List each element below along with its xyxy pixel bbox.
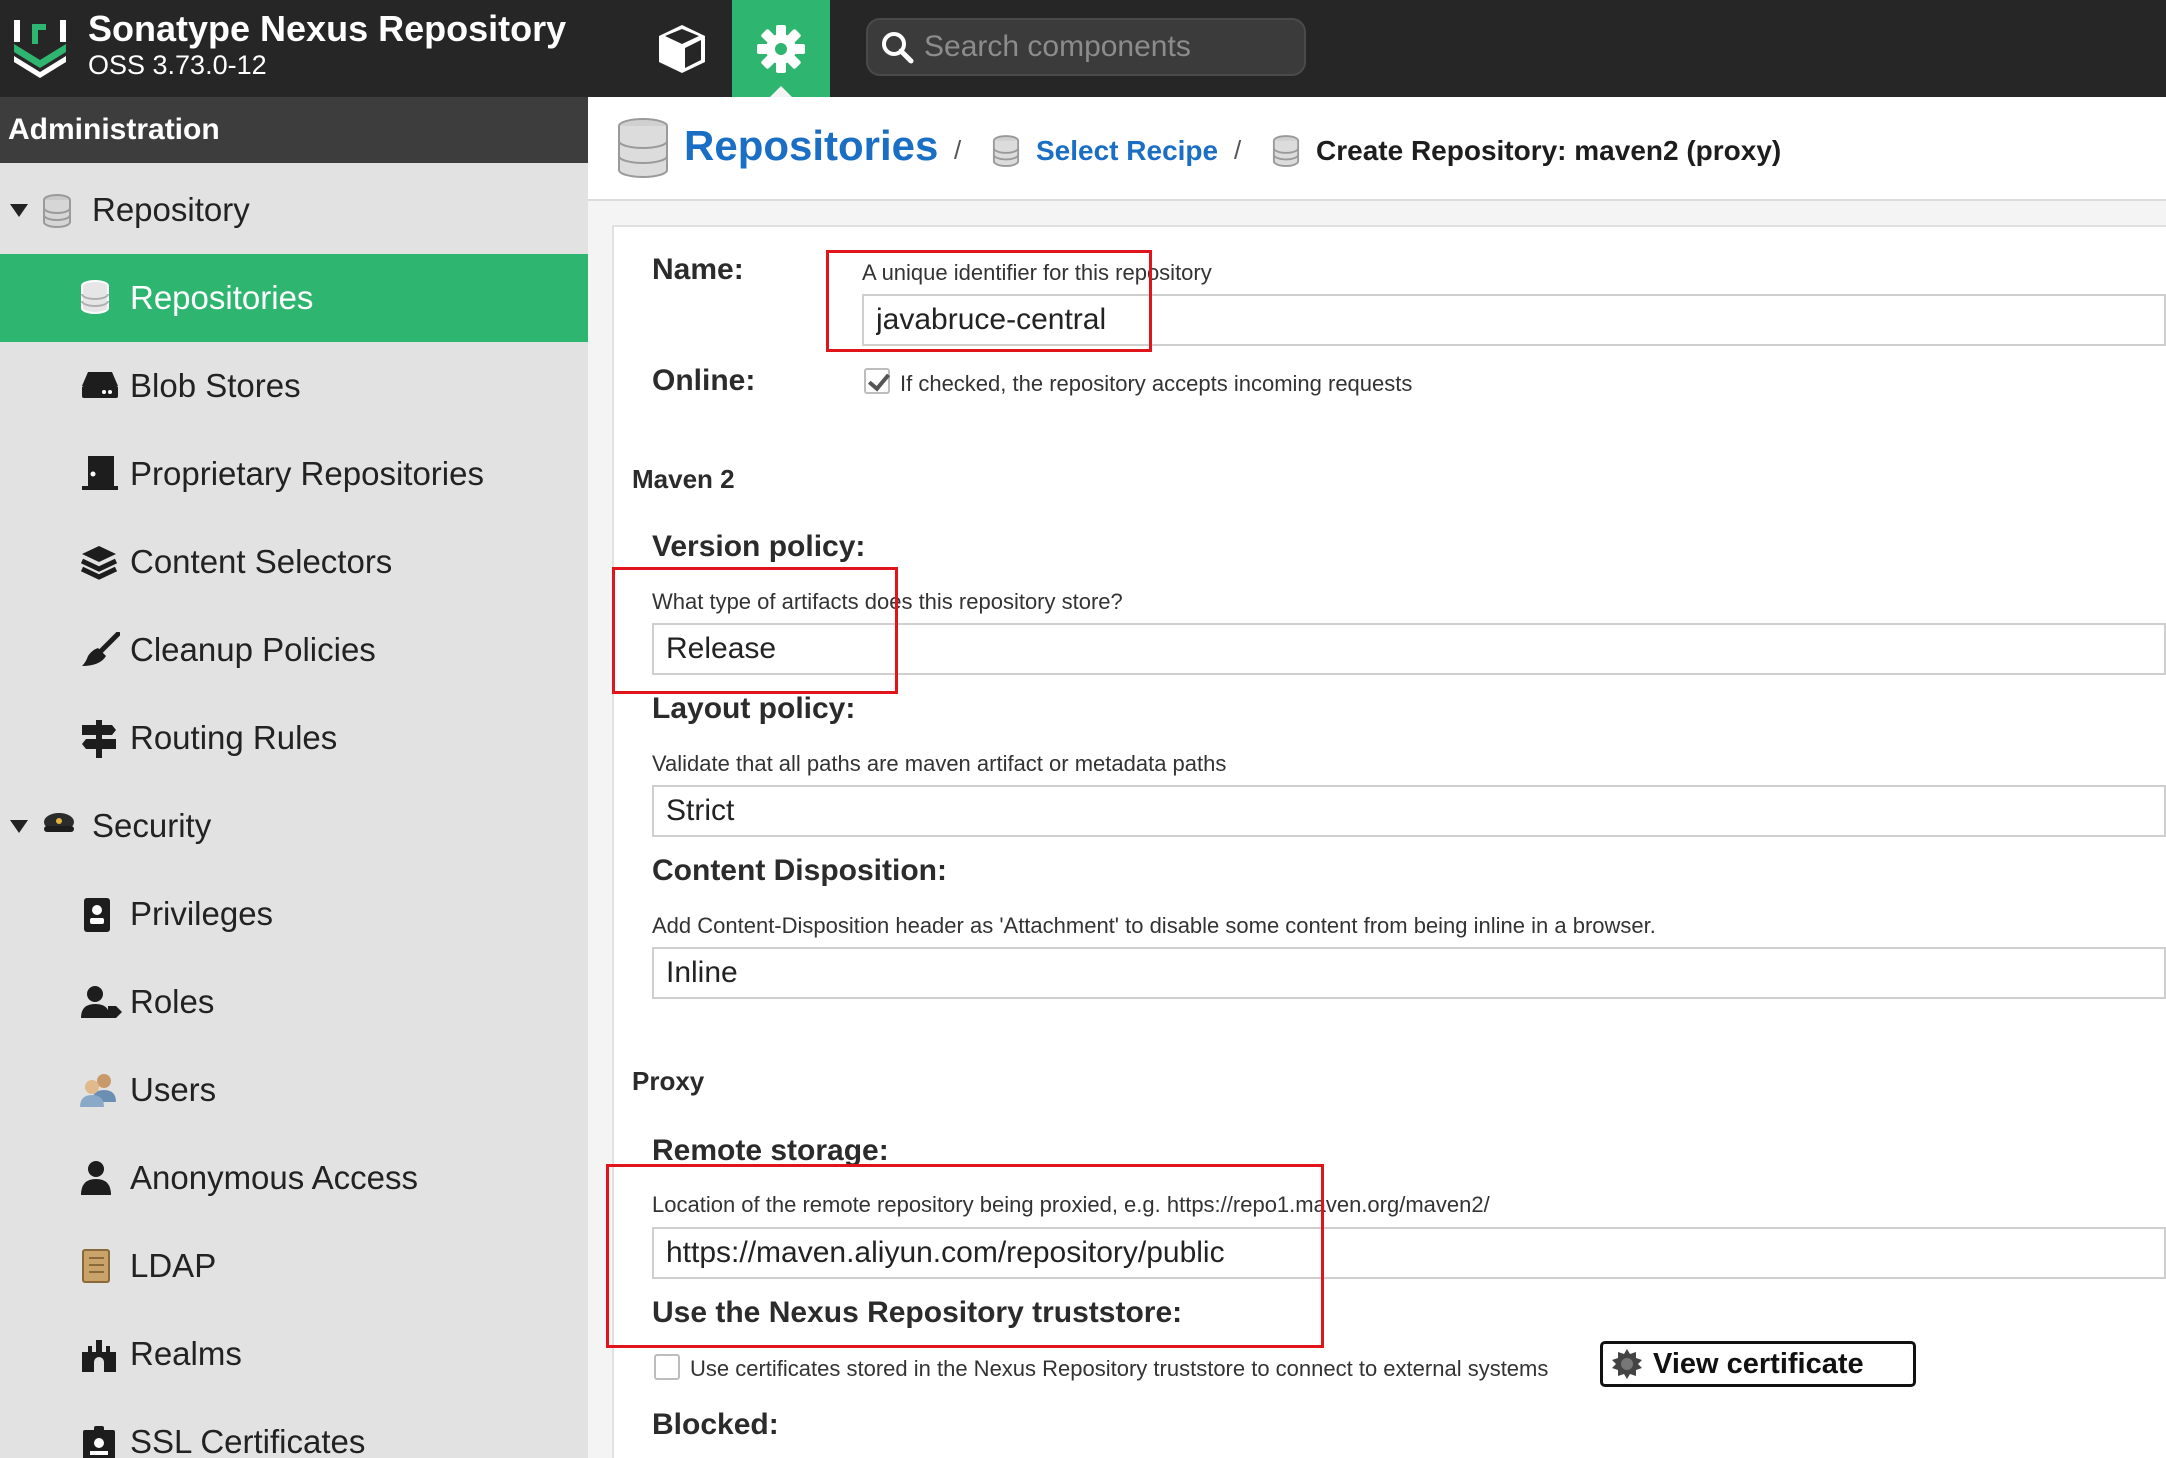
sidebar-item-cleanup-policies[interactable]: Cleanup Policies [0, 606, 588, 694]
sidebar-item-label: Blob Stores [130, 367, 301, 404]
search-box[interactable] [866, 18, 1306, 76]
sidebar-item-users[interactable]: Users [0, 1046, 588, 1134]
truststore-hint: Use certificates stored in the Nexus Rep… [690, 1356, 1549, 1381]
sidebar: Administration Repository Repositories B… [0, 97, 588, 1458]
police-cap-icon [44, 813, 74, 832]
app-title: Sonatype Nexus Repository [88, 8, 567, 49]
layout-policy-label: Layout policy: [652, 692, 856, 725]
nexus-logo-icon [14, 20, 66, 78]
sidebar-item-label: Routing Rules [130, 719, 338, 756]
sidebar-item-ssl-certificates[interactable]: SSL Certificates [0, 1398, 588, 1458]
breadcrumb: Repositories / Select Recipe / Create Re… [588, 97, 2166, 201]
sidebar-item-label: Content Selectors [130, 543, 393, 580]
sidebar-group-repository[interactable]: Repository [0, 166, 588, 254]
breadcrumb-repositories-link[interactable]: Repositories [684, 122, 938, 170]
user-tag-icon [81, 986, 122, 1018]
breadcrumb-select-recipe-link[interactable]: Select Recipe [1036, 135, 1218, 167]
certificate-icon [83, 1426, 115, 1458]
sidebar-item-label: Repositories [130, 279, 314, 316]
database-icon [43, 194, 71, 228]
proxy-section-title: Proxy [632, 1066, 705, 1096]
database-icon [618, 118, 668, 178]
sidebar-item-label: Cleanup Policies [130, 631, 376, 668]
blocked-label: Blocked: [652, 1408, 779, 1441]
online-checkbox[interactable] [864, 368, 890, 394]
administration-button[interactable] [732, 0, 830, 97]
sidebar-item-content-selectors[interactable]: Content Selectors [0, 518, 588, 606]
top-bar: Sonatype Nexus Repository OSS 3.73.0-12 [0, 0, 2166, 97]
sidebar-item-anonymous-access[interactable]: Anonymous Access [0, 1134, 588, 1222]
sidebar-item-routing-rules[interactable]: Routing Rules [0, 694, 588, 782]
sidebar-item-label: Realms [130, 1335, 242, 1372]
sidebar-item-label: Security [92, 807, 212, 844]
remote-storage-input[interactable] [652, 1227, 2166, 1279]
user-icon [81, 1161, 111, 1195]
layers-icon [80, 546, 118, 580]
remote-storage-label: Remote storage: [652, 1134, 889, 1167]
gear-icon [757, 24, 805, 73]
version-policy-label: Version policy: [652, 530, 866, 563]
remote-storage-hint: Location of the remote repository being … [652, 1192, 1490, 1217]
sidebar-section-title: Administration [0, 97, 588, 163]
database-icon [992, 135, 1020, 167]
address-book-icon [82, 1249, 110, 1283]
truststore-label: Use the Nexus Repository truststore: [652, 1296, 1183, 1329]
search-icon [882, 32, 914, 64]
users-icon [80, 1074, 116, 1107]
broom-icon [82, 632, 120, 666]
name-input[interactable] [862, 294, 2166, 346]
certificate-seal-icon [1612, 1349, 1642, 1379]
sidebar-item-proprietary-repositories[interactable]: Proprietary Repositories [0, 430, 588, 518]
hard-drive-icon [82, 372, 118, 398]
sidebar-group-security[interactable]: Security [0, 782, 588, 870]
layout-policy-hint: Validate that all paths are maven artifa… [652, 751, 1227, 776]
id-badge-icon [84, 898, 110, 932]
cube-icon [659, 24, 705, 73]
sidebar-item-label: SSL Certificates [130, 1423, 366, 1458]
name-label: Name: [652, 253, 744, 286]
sidebar-item-label: Anonymous Access [130, 1159, 418, 1196]
view-certificate-button[interactable]: View certificate [1600, 1341, 1916, 1387]
sidebar-item-label: Repository [92, 191, 250, 228]
breadcrumb-separator: / [954, 135, 962, 165]
app-version: OSS 3.73.0-12 [88, 50, 267, 80]
version-policy-hint: What type of artifacts does this reposit… [652, 589, 1123, 614]
content-disposition-label: Content Disposition: [652, 854, 947, 887]
maven-section-title: Maven 2 [632, 464, 735, 494]
expand-triangle-icon[interactable] [10, 204, 28, 217]
door-icon [82, 456, 118, 490]
expand-triangle-icon[interactable] [10, 820, 28, 833]
layout-policy-select[interactable] [652, 785, 2166, 837]
online-hint: If checked, the repository accepts incom… [900, 371, 1413, 396]
castle-icon [82, 1340, 116, 1372]
breadcrumb-current: Create Repository: maven2 (proxy) [1316, 135, 1782, 166]
sidebar-item-label: Proprietary Repositories [130, 455, 484, 492]
database-icon [1272, 135, 1300, 167]
sidebar-item-label: Users [130, 1071, 217, 1108]
signpost-icon [82, 720, 116, 758]
sidebar-item-repositories[interactable]: Repositories [0, 254, 588, 342]
content-disposition-select[interactable] [652, 947, 2166, 999]
browse-button[interactable] [630, 0, 734, 97]
online-label: Online: [652, 364, 756, 397]
sidebar-item-privileges[interactable]: Privileges [0, 870, 588, 958]
breadcrumb-separator: / [1234, 135, 1242, 165]
view-certificate-label: View certificate [1653, 1347, 1864, 1380]
sidebar-item-label: LDAP [130, 1247, 217, 1284]
sidebar-item-label: Privileges [130, 895, 274, 932]
search-input[interactable] [924, 26, 1294, 68]
name-hint: A unique identifier for this repository [862, 260, 1212, 285]
content-disposition-hint: Add Content-Disposition header as 'Attac… [652, 913, 1656, 938]
active-caret [770, 86, 792, 97]
sidebar-item-ldap[interactable]: LDAP [0, 1222, 588, 1310]
database-icon [81, 280, 109, 314]
sidebar-item-label: Roles [130, 983, 215, 1020]
sidebar-item-realms[interactable]: Realms [0, 1310, 588, 1398]
version-policy-select[interactable] [652, 623, 2166, 675]
sidebar-item-roles[interactable]: Roles [0, 958, 588, 1046]
sidebar-item-blob-stores[interactable]: Blob Stores [0, 342, 588, 430]
truststore-checkbox[interactable] [654, 1354, 680, 1380]
